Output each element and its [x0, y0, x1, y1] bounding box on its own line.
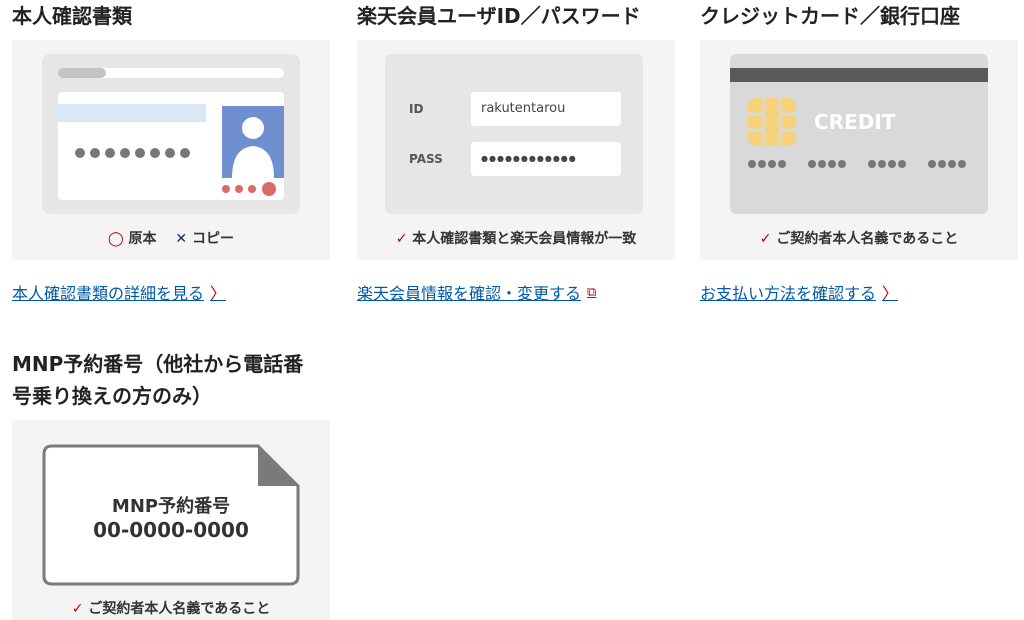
chevron-right-icon: 〉: [210, 284, 227, 303]
card-id-document: 本人確認書類 ◯ 原本 ✕ コピー 本人確認書類の詳細を見る 〉: [12, 0, 330, 303]
illustration-panel: ◯ 原本 ✕ コピー: [12, 40, 330, 260]
payment-method-link[interactable]: お支払い方法を確認する 〉: [700, 280, 898, 304]
pass-label: PASS: [409, 152, 443, 166]
id-document-detail-link[interactable]: 本人確認書類の詳細を見る 〉: [12, 280, 226, 304]
link-label: 本人確認書類の詳細を見る: [12, 284, 205, 303]
id-label: ID: [409, 102, 424, 116]
pass-value: ●●●●●●●●●●●●: [481, 154, 577, 163]
illustration-panel: CREDIT ✓ ご契約者本人名義であること: [700, 40, 1018, 260]
illustration-panel: ID rakutentarou PASS ●●●●●●●●●●●● ✓ 本人確認…: [357, 40, 675, 260]
check-text: ご契約者本人名義であること: [776, 231, 959, 247]
card-payment: クレジットカード／銀行口座 CREDIT ✓ ご契約者本人名義であること お支払…: [700, 0, 1018, 303]
card-title: クレジットカード／銀行口座: [700, 4, 960, 28]
magnetic-stripe: [730, 68, 988, 82]
card-title: 楽天会員ユーザID／パスワード: [357, 4, 641, 28]
caption: ✓ ご契約者本人名義であること: [700, 228, 1018, 248]
ok-label: 原本: [128, 231, 157, 247]
check-icon: ✓: [395, 231, 408, 247]
card-number-dots: [748, 160, 966, 168]
id-value: rakutentarou: [481, 101, 566, 116]
check-text: 本人確認書類と楽天会員情報が一致: [412, 231, 637, 247]
link-label: お支払い方法を確認する: [700, 284, 877, 303]
ng-label: コピー: [192, 231, 235, 247]
card-rakuten-account: 楽天会員ユーザID／パスワード ID rakutentarou PASS ●●●…: [357, 0, 675, 303]
chip-icon: [748, 98, 796, 146]
caption: ✓ ご契約者本人名義であること: [12, 598, 330, 618]
check-icon: ✓: [71, 601, 84, 617]
card-title-line2: 号乗り換えの方のみ）: [12, 384, 212, 408]
credit-label: CREDIT: [814, 110, 896, 134]
caption: ◯ 原本 ✕ コピー: [12, 228, 330, 248]
check-icon: ✓: [759, 231, 772, 247]
doc-number: 00-0000-0000: [93, 518, 249, 542]
caption: ✓ 本人確認書類と楽天会員情報が一致: [357, 228, 675, 248]
doc-title: MNP予約番号: [111, 496, 231, 517]
pass-field: ●●●●●●●●●●●●: [471, 142, 621, 176]
id-card-illustration: [42, 54, 300, 214]
card-title: 本人確認書類: [12, 4, 132, 28]
card-title-line1: MNP予約番号（他社から電話番: [12, 352, 304, 376]
chevron-right-icon: 〉: [882, 284, 899, 303]
card-mnp: MNP予約番号（他社から電話番 号乗り換えの方のみ） MNP予約番号 00-00…: [12, 348, 330, 620]
illustration-panel: MNP予約番号 00-0000-0000 ✓ ご契約者本人名義であること: [12, 420, 330, 620]
cross-icon: ✕: [175, 231, 188, 247]
id-field: rakutentarou: [471, 92, 621, 126]
external-window-icon: ⧉: [587, 284, 597, 300]
circle-icon: ◯: [107, 231, 124, 247]
rakuten-member-info-link[interactable]: 楽天会員情報を確認・変更する ⧉: [357, 280, 596, 304]
credit-card-illustration: CREDIT: [730, 54, 988, 214]
login-illustration: ID rakutentarou PASS ●●●●●●●●●●●●: [385, 54, 643, 214]
check-text: ご契約者本人名義であること: [88, 601, 271, 617]
link-label: 楽天会員情報を確認・変更する: [357, 284, 582, 303]
